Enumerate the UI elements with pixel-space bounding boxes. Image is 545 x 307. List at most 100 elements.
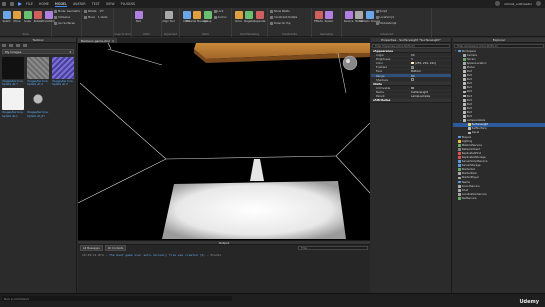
inventory-tab-icon[interactable] (9, 44, 13, 47)
menu-view[interactable]: VIEW (106, 2, 115, 6)
dropdown-value: My Images (5, 49, 22, 54)
option-icon (375, 22, 379, 25)
ribbon-option-localscript[interactable]: LocalScript (375, 16, 394, 19)
explorer-item-label: Part (466, 86, 472, 90)
save-icon[interactable] (2, 2, 6, 6)
toolbox-image-item[interactable]: Images/tex ture-hqdefa ult-3 (52, 57, 75, 86)
ribbon-option-collisions[interactable]: Collisions (54, 16, 70, 19)
property-value-text: [255, 234, 191] (415, 60, 436, 65)
ribbon-option-anchor[interactable]: Anchor (213, 16, 227, 19)
toolbox-image-item[interactable]: Images/tex ture-hqdefa ult_87 (27, 88, 50, 118)
property-value[interactable]: [255, 234, 191] (411, 61, 451, 65)
ribbon-group-title: Gameplay (319, 33, 334, 36)
option-value[interactable]: 15° (100, 10, 105, 13)
union-button[interactable]: Union (233, 11, 244, 23)
collision-groups-button[interactable]: Collision Groups (359, 11, 380, 23)
menu-plugins[interactable]: PLUGINS (121, 2, 135, 6)
expand-arrow-icon[interactable]: ▾ (460, 120, 462, 122)
scale-button[interactable]: Scale (22, 11, 33, 23)
3d-viewport[interactable] (78, 43, 370, 240)
instance-icon (463, 98, 466, 102)
instance-icon (458, 192, 461, 196)
play-icon[interactable] (18, 2, 22, 6)
menu-avatar[interactable]: AVATAR (73, 2, 86, 6)
property-checkbox[interactable] (411, 78, 414, 82)
instance-icon (463, 66, 466, 69)
separate-button[interactable]: Separate (254, 11, 265, 23)
move-icon (13, 11, 21, 19)
part-button[interactable]: Part (133, 11, 144, 23)
menu-test[interactable]: TEST (92, 2, 100, 6)
explorer-item-label: LampLookLike (466, 119, 486, 123)
instance-icon (458, 172, 461, 176)
avatar[interactable] (536, 1, 541, 6)
notifications-icon[interactable] (495, 1, 501, 6)
group-button[interactable]: Group (202, 11, 213, 23)
output-filter-input[interactable]: Filter... (298, 246, 368, 250)
contexts-filter[interactable]: All Contexts (104, 245, 127, 251)
ribbon-option-move[interactable]: Move 1 studs (84, 16, 107, 19)
ribbon-option-mode-geometric[interactable]: Mode: Geometric (54, 10, 80, 13)
creations-tab-icon[interactable] (23, 44, 27, 47)
select-button[interactable]: Select (1, 11, 12, 23)
properties-filter-input[interactable]: Filter Properties (Ctrl+Shift+P) (372, 44, 450, 48)
explorer-item-label: StarterGui (461, 168, 476, 172)
instance-icon (463, 119, 466, 123)
ribbon-option-lock[interactable]: Lock (213, 10, 223, 13)
instance-icon (468, 131, 471, 135)
ribbon-option-modulescript[interactable]: ModuleScript (375, 22, 396, 25)
ribbon-option-show-welds[interactable]: Show Welds (270, 10, 290, 13)
ribbon-option-draw-on-top[interactable]: Draw On Top (270, 22, 291, 25)
user-name[interactable]: ohmnk_outCreator (504, 2, 532, 6)
option-value[interactable]: 1 studs (98, 16, 108, 19)
toolbox-image-item[interactable]: Images/tex ture-hqdefa ult-1 (2, 88, 25, 118)
property-section-attributes[interactable]: ▾ Attributes (371, 98, 451, 103)
command-input[interactable]: Run a command (2, 296, 232, 301)
move-button[interactable]: Move (12, 11, 23, 23)
property-value[interactable] (411, 65, 451, 69)
property-checkbox[interactable] (411, 86, 414, 90)
light-source-handle (342, 55, 358, 71)
messages-filter[interactable]: All Messages (80, 245, 103, 251)
ribbon-option-rotate[interactable]: Rotate 15° (84, 10, 104, 13)
menu-model[interactable]: MODEL (55, 2, 68, 7)
instance-icon (458, 49, 461, 53)
toolbox-category-dropdown[interactable]: My Images ▾ (2, 49, 74, 54)
property-checkbox[interactable] (411, 65, 414, 69)
toolbox-panel: Toolbox My Images ▾ Images/tex ture-hqde… (0, 38, 77, 293)
service-button[interactable]: Service (343, 11, 354, 23)
undo-icon[interactable] (10, 2, 14, 6)
effects-button[interactable]: Effects (313, 11, 324, 23)
ribbon-toolbar: Select Move Scale Rotate Transform Tools Mode:… (0, 8, 545, 37)
explorer-filter-input[interactable]: Filter workspace (Ctrl+Shift+X) (454, 44, 544, 48)
toolbox-image-item[interactable]: Images/tex ture-hqdefa ult-7 (2, 57, 25, 86)
explorer-item[interactable]: TestService (453, 196, 545, 200)
property-value[interactable] (411, 86, 451, 90)
part-icon (134, 11, 143, 19)
marketplace-tab-icon[interactable] (2, 44, 6, 47)
negate-icon (245, 11, 253, 19)
close-icon[interactable]: × (112, 39, 115, 43)
align-tool-button[interactable]: Align Tool (162, 11, 175, 23)
ribbon-button-label: Select (2, 20, 11, 23)
explorer-item-label: Part (466, 115, 472, 119)
ribbon-option-constraint-details[interactable]: Constraint Details (270, 16, 297, 19)
color-swatch[interactable] (411, 61, 414, 65)
ribbon-option-join-surfaces[interactable]: Join Surfaces (54, 22, 75, 25)
spawn-button[interactable]: Spawn (324, 11, 335, 23)
explorer-item-label: NetworkClient (461, 147, 481, 151)
ribbon-option-script[interactable]: Script (375, 10, 387, 13)
recent-tab-icon[interactable] (16, 44, 20, 47)
explorer-item-label: ServerStorage (461, 164, 481, 168)
material-manager-button[interactable]: Material Manager (186, 11, 208, 23)
menu-home[interactable]: HOME (39, 2, 49, 6)
property-value[interactable] (411, 78, 451, 82)
toolbox-image-item[interactable]: Images/tex ture-hqdefa ult-4 (27, 57, 50, 86)
option-label: Join Surfaces (58, 22, 75, 25)
property-value[interactable]: 60 (411, 74, 451, 78)
option-icon (375, 16, 379, 19)
instance-icon (458, 151, 461, 155)
menu-file[interactable]: FILE (26, 2, 33, 6)
property-value[interactable]: LampLookLike (411, 94, 451, 98)
expand-arrow-icon[interactable]: ▾ (455, 50, 457, 52)
